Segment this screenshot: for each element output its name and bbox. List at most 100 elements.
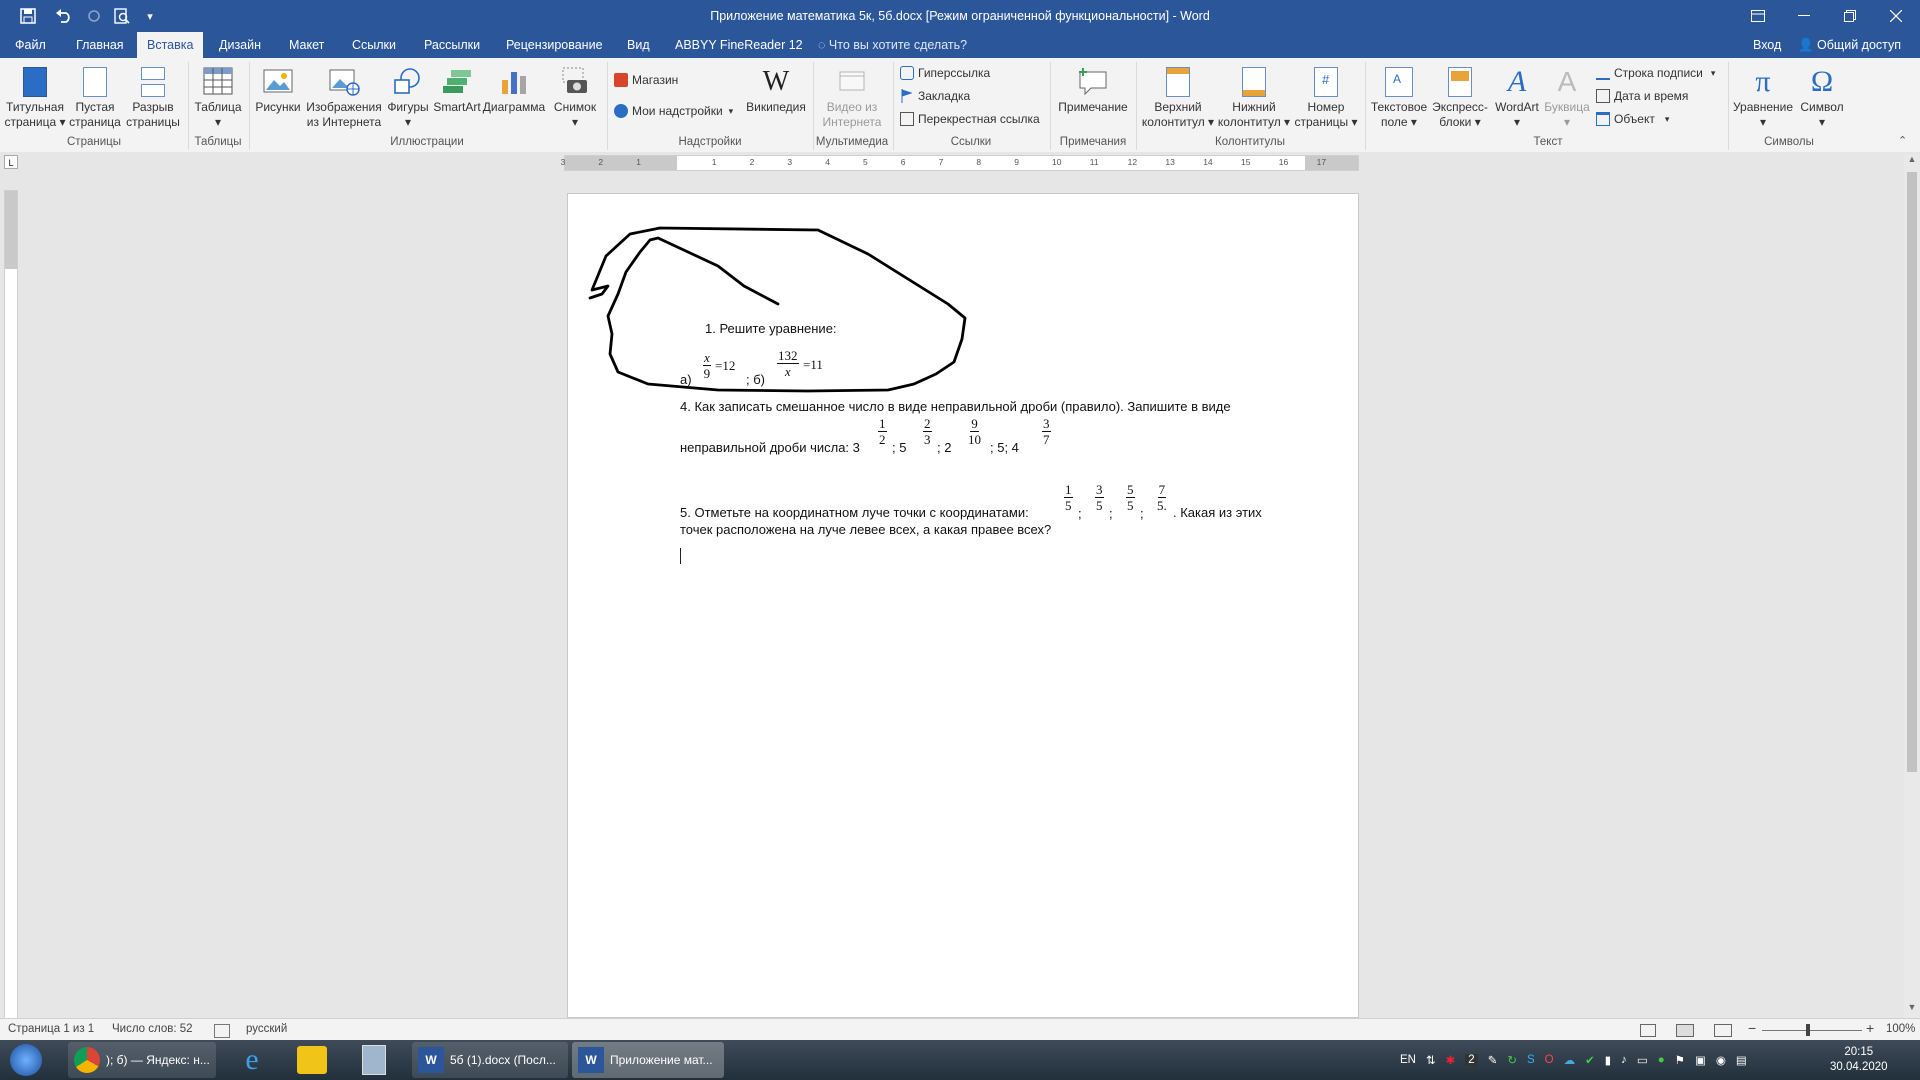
skype-icon[interactable]: S [1527,1054,1535,1066]
zoom-in-icon[interactable]: + [1866,1020,1874,1036]
taskbar-item-word-1[interactable]: W 5б (1).docx (Посл... [412,1042,568,1078]
screenshot-button[interactable]: Снимок ▾ [546,62,604,130]
sync-icon[interactable]: ↻ [1507,1053,1517,1067]
scroll-thumb[interactable] [1907,172,1917,772]
tab-references[interactable]: Ссылки [342,32,406,58]
tab-view[interactable]: Вид [617,32,660,58]
quick-parts-button[interactable]: Экспресс- блоки ▾ [1430,62,1490,130]
language[interactable]: русский [246,1023,287,1035]
network-icon[interactable]: ⇅ [1426,1053,1436,1067]
web-layout-icon[interactable] [1714,1024,1732,1037]
bookmark-button[interactable]: Закладка [900,89,970,103]
title-page-button[interactable]: Титульная страница ▾ [4,62,66,130]
cross-reference-button[interactable]: Перекрестная ссылка [900,112,1040,126]
share-button[interactable]: 👤 Общий доступ [1788,32,1911,58]
text-box-button[interactable]: A Текстовое поле ▾ [1368,62,1430,130]
pictures-button[interactable]: Рисунки [252,62,304,115]
zoom-level[interactable]: 100% [1886,1023,1915,1035]
vertical-scrollbar[interactable]: ▲ ▼ [1904,154,1920,1018]
header-button[interactable]: Верхний колонтитул ▾ [1140,62,1216,130]
proofing-icon[interactable] [214,1024,230,1038]
table-button[interactable]: Таблица ▾ [190,62,246,130]
date-time-button[interactable]: Дата и время [1596,89,1688,103]
wikipedia-button[interactable]: W Википедия [744,62,808,115]
online-pictures-button[interactable]: Изображения из Интернета [304,62,384,130]
tab-review[interactable]: Рецензирование [496,32,613,58]
display-icon[interactable]: ▣ [1695,1053,1706,1067]
vertical-ruler[interactable] [4,190,18,1020]
print-layout-icon[interactable] [1676,1024,1694,1037]
zoom-out-icon[interactable]: − [1748,1020,1756,1036]
ribbon-display-icon[interactable] [1735,0,1781,32]
opera-icon[interactable]: O [1545,1054,1554,1066]
chart-button[interactable]: Диаграмма [482,62,546,115]
comment-button[interactable]: Примечание [1054,62,1132,115]
taskbar-item-ie[interactable]: e [230,1042,274,1078]
flag-icon[interactable]: ⚑ [1675,1053,1685,1067]
read-mode-icon[interactable] [1640,1024,1656,1037]
restore-icon[interactable] [1827,0,1873,32]
cloud-icon[interactable]: ☁ [1564,1053,1576,1067]
shapes-button[interactable]: Фигуры ▾ [384,62,432,130]
sign-in-link[interactable]: Вход [1743,32,1791,58]
word-count[interactable]: Число слов: 52 [112,1023,193,1035]
collapse-ribbon-icon[interactable]: ⌃ [1898,134,1907,147]
tab-selector[interactable]: L [4,155,18,169]
page-break-button[interactable]: Разрыв страницы [124,62,182,130]
tab-file[interactable]: Файл [5,32,56,58]
zoom-slider[interactable] [1762,1030,1862,1031]
page-count[interactable]: Страница 1 из 1 [8,1023,94,1035]
tab-mailings[interactable]: Рассылки [414,32,490,58]
battery-icon[interactable]: ▭ [1637,1053,1648,1067]
signature-line-button[interactable]: Строка подписи ▾ [1596,66,1715,80]
app-tray-icon[interactable]: ✎ [1488,1053,1498,1067]
taskbar-item-calculator[interactable] [352,1042,396,1078]
page-number-button[interactable]: # Номер страницы ▾ [1292,62,1360,130]
tab-home[interactable]: Главная [66,32,134,58]
start-button[interactable] [4,1042,48,1078]
ruler-number: 5 [863,157,868,167]
status-icon[interactable]: ● [1658,1054,1665,1066]
windows-logo-icon [10,1044,42,1076]
scroll-down-icon[interactable]: ▼ [1904,1002,1920,1016]
tab-design[interactable]: Дизайн [209,32,271,58]
taskbar-item-browser[interactable]: ); б) — Яндекс: н... [68,1042,216,1078]
object-button[interactable]: Объект ▾ [1596,112,1669,126]
hyperlink-button[interactable]: Гиперссылка [900,66,990,80]
object-icon [1596,112,1610,126]
shield-icon[interactable]: ✔ [1585,1053,1595,1067]
wordart-button[interactable]: A WordArt ▾ [1490,62,1544,130]
blank-page-button[interactable]: Пустая страница [66,62,124,130]
online-video-button[interactable]: Видео из Интернета [816,62,888,130]
close-icon[interactable] [1873,0,1919,32]
smartart-button[interactable]: SmartArt [432,62,482,115]
my-addins-button[interactable]: Мои надстройки ▾ [614,104,733,118]
ribbon-tabs: Файл Главная Вставка Дизайн Макет Ссылки… [0,32,1920,58]
tell-me-box[interactable]: ◌ Что вы хотите сделать? [808,32,977,58]
language-indicator[interactable]: EN [1400,1040,1416,1080]
signal-icon[interactable]: ▮ [1605,1053,1611,1067]
tab-layout[interactable]: Макет [279,32,334,58]
horizontal-ruler[interactable]: 3 2 1 1 2 3 4 5 6 7 8 9 10 11 12 13 14 15 16 17 [561,155,1359,171]
antivirus-icon[interactable]: ✱ [1446,1053,1456,1067]
volume-icon[interactable]: ♪ [1621,1054,1627,1066]
taskbar-item-word-2[interactable]: W Приложение мат... [572,1042,724,1078]
equation-button[interactable]: π Уравнение ▾ [1730,62,1796,130]
scroll-up-icon[interactable]: ▲ [1904,154,1920,168]
tab-insert[interactable]: Вставка [137,32,204,58]
minimize-icon[interactable] [1781,0,1827,32]
zoom-thumb[interactable] [1806,1024,1810,1036]
tray-badge[interactable]: 2 [1465,1054,1478,1066]
screenshot-icon [559,66,591,98]
steam-icon[interactable]: ◉ [1716,1053,1726,1067]
symbol-button[interactable]: Ω Символ ▾ [1796,62,1848,130]
document-page[interactable]: 1. Решите уравнение: а) x 9 =12 ; б) 132… [567,193,1359,1018]
store-button[interactable]: Магазин [614,73,678,87]
drop-cap-button[interactable]: A Буквица ▾ [1542,62,1592,130]
chat-icon[interactable]: ▤ [1736,1053,1747,1067]
ruler-number: 7 [938,157,944,167]
taskbar-item-app[interactable] [290,1042,334,1078]
footer-button[interactable]: Нижний колонтитул ▾ [1216,62,1292,130]
tab-abbyy[interactable]: ABBYY FineReader 12 [665,32,813,58]
clock[interactable]: 20:15 30.04.2020 [1830,1040,1888,1080]
